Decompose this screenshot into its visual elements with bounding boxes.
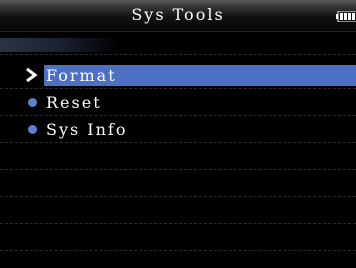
subheader-shade bbox=[0, 38, 120, 52]
battery-full-icon bbox=[336, 11, 356, 22]
title-bar: Sys Tools bbox=[0, 0, 356, 32]
empty-row bbox=[0, 170, 356, 197]
subheader-bar bbox=[0, 32, 356, 54]
bullet-dot-icon bbox=[28, 98, 37, 107]
page-title: Sys Tools bbox=[131, 5, 225, 24]
menu-item-label: Sys Info bbox=[46, 120, 128, 139]
menu-item-reset[interactable]: Reset bbox=[0, 89, 356, 116]
menu-item-sys-info[interactable]: Sys Info bbox=[0, 116, 356, 143]
device-screen: Sys Tools Format Reset Sys Info bbox=[0, 0, 356, 268]
empty-row bbox=[0, 143, 356, 170]
menu-item-label: Reset bbox=[46, 93, 102, 112]
divider bbox=[0, 54, 356, 55]
menu-item-label: Format bbox=[46, 66, 117, 85]
empty-row bbox=[0, 197, 356, 224]
chevron-right-icon bbox=[26, 67, 38, 83]
empty-row bbox=[0, 224, 356, 251]
bullet-dot-icon bbox=[28, 125, 37, 134]
menu-item-format[interactable]: Format bbox=[0, 62, 356, 89]
